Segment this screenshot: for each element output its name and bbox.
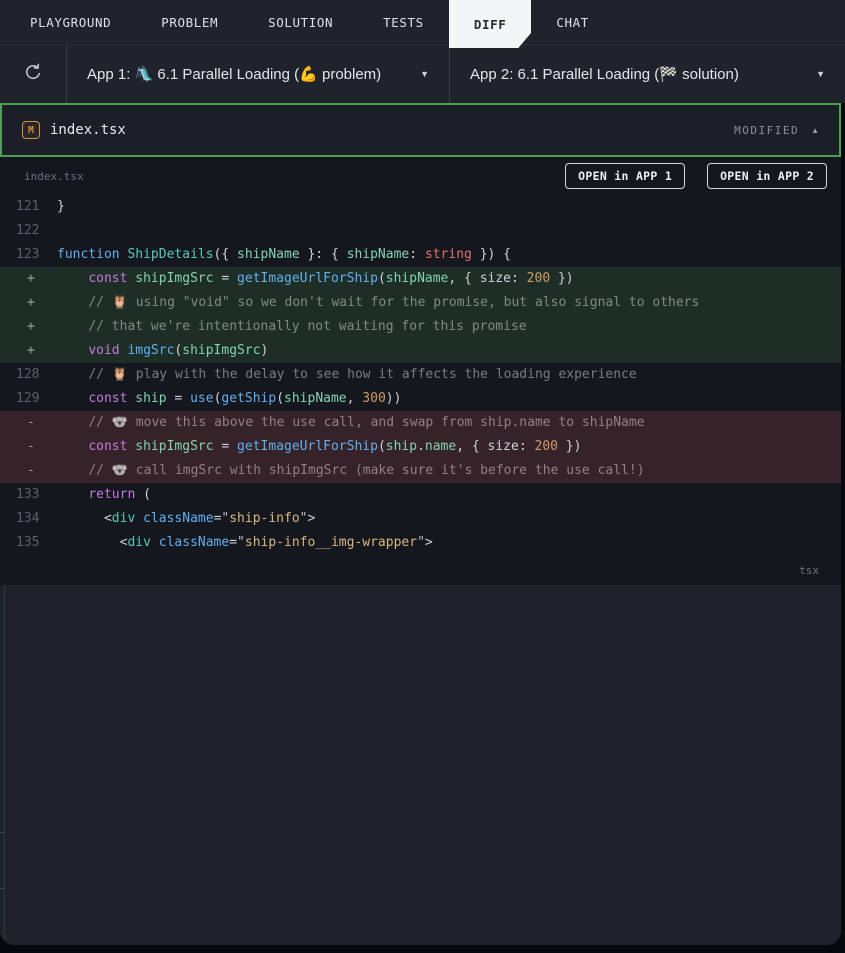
code-line: + // 🦉 using "void" so we don't wait for… [0, 291, 841, 315]
app1-select[interactable]: App 1: 🛝 6.1 Parallel Loading (💪 problem… [67, 45, 450, 103]
code-line: 123 function ShipDetails({ shipName }: { … [0, 243, 841, 267]
line-number: 128 [16, 367, 40, 382]
code-header: index.tsx OPEN in APP 1 OPEN in APP 2 [0, 157, 841, 195]
tab-solution[interactable]: SOLUTION [243, 0, 358, 44]
code-text: // 🦉 play with the delay to see how it a… [88, 367, 637, 382]
diff-sign: - [27, 463, 35, 478]
code-text: <div className="ship-info"> [57, 511, 316, 526]
code-text: <div className="ship-info__img-wrapper"> [57, 535, 433, 550]
scrollbar-tick [0, 832, 4, 833]
line-number: 134 [16, 511, 40, 526]
diff-panel: M index.tsx MODIFIED ▲ index.tsx OPEN in… [0, 103, 841, 945]
code-text: return ( [88, 487, 151, 502]
code-line: + const shipImgSrc = getImageUrlForShip(… [0, 267, 841, 291]
collapse-up-icon[interactable]: ▲ [811, 126, 819, 135]
code-text: } [57, 199, 65, 214]
line-number: 133 [16, 487, 40, 502]
diff-viewer-app: PLAYGROUND PROBLEM SOLUTION TESTS DIFF CHAT A… [0, 0, 845, 953]
diff-sign: + [27, 295, 35, 310]
code-line: + void imgSrc(shipImgSrc) [0, 339, 841, 363]
app1-select-label: App 1: 🛝 6.1 Parallel Loading (💪 problem… [87, 66, 382, 83]
line-number: 129 [16, 391, 40, 406]
tab-chat[interactable]: CHAT [531, 0, 614, 44]
line-number: 122 [16, 223, 40, 238]
tab-bar: PLAYGROUND PROBLEM SOLUTION TESTS DIFF CHAT [0, 0, 845, 44]
code-block: index.tsx OPEN in APP 1 OPEN in APP 2 12… [0, 157, 841, 585]
tab-problem[interactable]: PROBLEM [136, 0, 243, 44]
code-line: + // that we're intentionally not waitin… [0, 315, 841, 339]
content-region: M index.tsx MODIFIED ▲ index.tsx OPEN in… [0, 103, 845, 953]
line-number: 121 [16, 199, 40, 214]
status-badge: MODIFIED [734, 123, 800, 137]
diff-sign: - [27, 415, 35, 430]
file-header[interactable]: M index.tsx MODIFIED ▲ [0, 103, 841, 157]
code-filename-label: index.tsx [24, 169, 84, 183]
tab-tests[interactable]: TESTS [358, 0, 449, 44]
code-text: // that we're intentionally not waiting … [88, 319, 527, 334]
diff-sign: + [27, 343, 35, 358]
tab-diff[interactable]: DIFF [449, 0, 532, 48]
code-text: function ShipDetails({ shipName }: { shi… [57, 247, 512, 262]
modified-file-badge: M [22, 121, 40, 139]
refresh-button[interactable] [0, 45, 67, 103]
code-line: - const shipImgSrc = getImageUrlForShip(… [0, 435, 841, 459]
code-line: 128 // 🦉 play with the delay to see how … [0, 363, 841, 387]
code-text: // 🐨 call imgSrc with shipImgSrc (make s… [88, 463, 645, 478]
app-toolbar: App 1: 🛝 6.1 Parallel Loading (💪 problem… [0, 44, 845, 103]
open-in-app1-button[interactable]: OPEN in APP 1 [565, 163, 686, 189]
code-text: const ship = use(getShip(shipName, 300)) [88, 391, 402, 406]
code-text: void imgSrc(shipImgSrc) [88, 343, 269, 358]
diff-sign: + [27, 319, 35, 334]
open-in-app2-button[interactable]: OPEN in APP 2 [707, 163, 827, 189]
diff-sign: + [27, 271, 35, 286]
code-line: 134 <div className="ship-info"> [0, 507, 841, 531]
app2-select[interactable]: App 2: 6.1 Parallel Loading (🏁 solution)… [450, 45, 845, 103]
code-line: - // 🐨 move this above the use call, and… [0, 411, 841, 435]
refresh-icon [22, 61, 44, 88]
app2-select-label: App 2: 6.1 Parallel Loading (🏁 solution) [470, 66, 739, 83]
language-label: tsx [799, 564, 819, 577]
code-line: 135 <div className="ship-info__img-wrapp… [0, 531, 841, 555]
scrollbar-tick [0, 888, 4, 889]
code-text: // 🦉 using "void" so we don't wait for t… [88, 295, 700, 310]
code-line: 129 const ship = use(getShip(shipName, 3… [0, 387, 841, 411]
line-number: 135 [16, 535, 40, 550]
chevron-down-icon: ▼ [816, 69, 825, 79]
code-lines: 121} 122 123 function ShipDetails({ shipNam… [0, 195, 841, 555]
chevron-down-icon: ▼ [420, 69, 429, 79]
diff-sign: - [27, 439, 35, 454]
code-line: - // 🐨 call imgSrc with shipImgSrc (make… [0, 459, 841, 483]
code-line: 133 return ( [0, 483, 841, 507]
line-number: 123 [16, 247, 40, 262]
file-name: index.tsx [50, 122, 126, 138]
code-text: const shipImgSrc = getImageUrlForShip(sh… [88, 271, 574, 286]
code-line: 122 [0, 219, 841, 243]
tab-playground[interactable]: PLAYGROUND [5, 0, 136, 44]
code-line: 121} [0, 195, 841, 219]
code-text: // 🐨 move this above the use call, and s… [88, 415, 645, 430]
left-scrollbar[interactable] [0, 585, 5, 938]
code-text: const shipImgSrc = getImageUrlForShip(sh… [88, 439, 582, 454]
